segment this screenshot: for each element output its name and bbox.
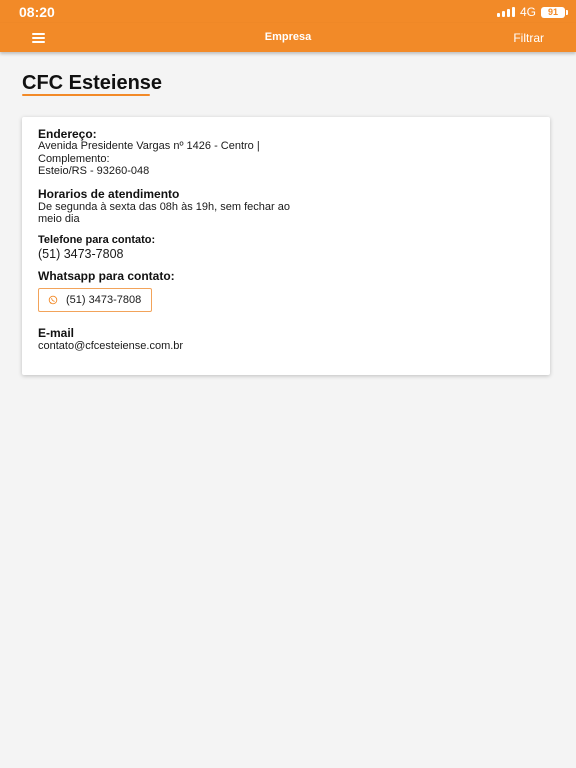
filter-button[interactable]: Filtrar bbox=[513, 31, 544, 45]
address-label: Endereço: bbox=[38, 127, 97, 141]
email-value[interactable]: contato@cfcesteiense.com.br bbox=[38, 340, 183, 353]
battery-icon: 91 bbox=[541, 6, 568, 18]
app-bar: Empresa Filtrar bbox=[0, 23, 576, 52]
status-indicators: 4G 91 bbox=[496, 5, 568, 19]
whatsapp-number: (51) 3473-7808 bbox=[66, 294, 142, 306]
app-bar-title: Empresa bbox=[264, 31, 312, 43]
status-bar: 08:20 4G 91 bbox=[0, 0, 576, 23]
company-name-title: CFC Esteiense bbox=[22, 72, 163, 94]
phone-value[interactable]: (51) 3473-7808 bbox=[38, 247, 123, 261]
whatsapp-contact-button[interactable]: (51) 3473-7808 bbox=[38, 288, 152, 312]
company-info-card: Endereço: Avenida Presidente Vargas nº 1… bbox=[22, 117, 550, 375]
whatsapp-icon bbox=[48, 295, 58, 305]
city-zip-value: Esteio/RS - 93260-048 bbox=[38, 165, 150, 177]
whatsapp-label: Whatsapp para contato: bbox=[38, 269, 175, 283]
signal-strength-icon bbox=[496, 7, 515, 17]
status-time: 08:20 bbox=[19, 4, 55, 20]
network-type-label: 4G bbox=[519, 5, 536, 19]
address-value: Avenida Presidente Vargas nº 1426 - Cent… bbox=[38, 140, 260, 152]
phone-label: Telefone para contato: bbox=[38, 234, 156, 246]
business-hours-label: Horarios de atendimento bbox=[38, 187, 180, 201]
email-label: E-mail bbox=[38, 326, 75, 340]
business-hours-value-continued: meio dia bbox=[38, 213, 80, 225]
title-underline bbox=[22, 94, 150, 96]
